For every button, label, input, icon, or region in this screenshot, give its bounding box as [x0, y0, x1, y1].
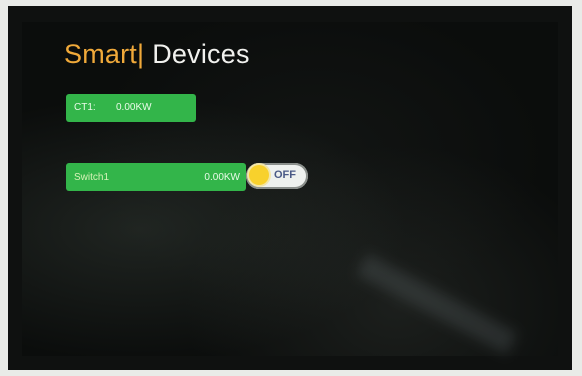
toggle-off-label: OFF	[274, 169, 296, 181]
ct1-name: CT1:	[74, 102, 96, 113]
switch1-value: 0.00KW	[204, 172, 240, 183]
toggle-knob[interactable]	[249, 165, 269, 185]
device-frame: Smart| Devices CT1: 0.00KW Switch1 0.00KW…	[8, 6, 572, 370]
title-separator: |	[137, 39, 145, 69]
title-devices: Devices	[152, 39, 250, 69]
ct1-value: 0.00KW	[116, 102, 152, 113]
screen-glare	[356, 253, 518, 355]
title-smart: Smart	[64, 39, 138, 69]
switch1-card[interactable]: Switch1 0.00KW	[66, 163, 246, 191]
page-title: Smart| Devices	[64, 38, 250, 70]
switch1-name: Switch1	[74, 172, 110, 183]
switch1-toggle[interactable]: OFF	[246, 163, 308, 189]
ct1-card[interactable]: CT1: 0.00KW	[66, 94, 196, 122]
